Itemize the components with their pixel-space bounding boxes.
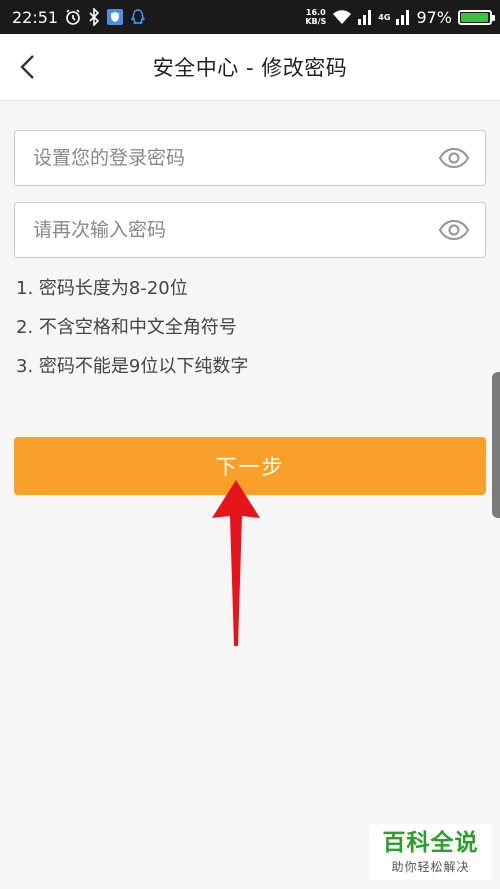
status-bar: 22:51 16.0 KB/S 4G 97% xyxy=(0,0,500,34)
confirm-password-input[interactable] xyxy=(31,218,437,242)
signal-icon xyxy=(396,9,410,25)
watermark-title: 百科全说 xyxy=(382,829,479,856)
password-rule-length: 1. 密码长度为8-20位 xyxy=(16,278,188,299)
confirm-password-field xyxy=(14,202,486,258)
qq-icon xyxy=(130,8,146,26)
header-bar: 安全中心 - 修改密码 xyxy=(0,34,500,101)
battery-percent: 97% xyxy=(416,7,452,27)
watermark-logo: 百科全说 助你轻松解决 xyxy=(369,824,492,880)
eye-icon xyxy=(438,219,470,241)
status-right: 16.0 KB/S 4G 97% xyxy=(305,7,495,27)
status-left: 22:51 xyxy=(12,8,146,27)
red-arrow-annotation xyxy=(212,480,260,646)
toggle-password-visibility-button[interactable] xyxy=(437,143,471,173)
network-speed: 16.0 KB/S xyxy=(305,8,326,26)
page-title: 安全中心 - 修改密码 xyxy=(152,56,348,80)
battery-level xyxy=(461,12,489,22)
signal-icon xyxy=(358,9,372,25)
status-time: 22:51 xyxy=(12,7,59,27)
wifi-icon xyxy=(332,9,352,25)
toggle-confirm-visibility-button[interactable] xyxy=(437,215,471,245)
scroll-handle[interactable] xyxy=(492,372,500,518)
password-input[interactable] xyxy=(31,146,437,170)
bluetooth-icon xyxy=(88,8,100,26)
network-speed-value: 16.0 xyxy=(305,8,326,17)
shield-app-icon xyxy=(106,8,124,26)
password-rule-digits: 3. 密码不能是9位以下纯数字 xyxy=(16,356,249,377)
network-type-badge: 4G xyxy=(378,12,391,22)
eye-icon xyxy=(438,147,470,169)
back-button[interactable] xyxy=(12,50,42,84)
watermark-subtitle: 助你轻松解决 xyxy=(391,859,470,874)
password-rule-characters: 2. 不含空格和中文全角符号 xyxy=(16,317,237,338)
chevron-left-icon xyxy=(20,55,34,79)
battery-icon xyxy=(458,9,495,25)
network-speed-unit: KB/S xyxy=(305,17,327,26)
password-field xyxy=(14,130,486,186)
alarm-icon xyxy=(64,8,82,26)
